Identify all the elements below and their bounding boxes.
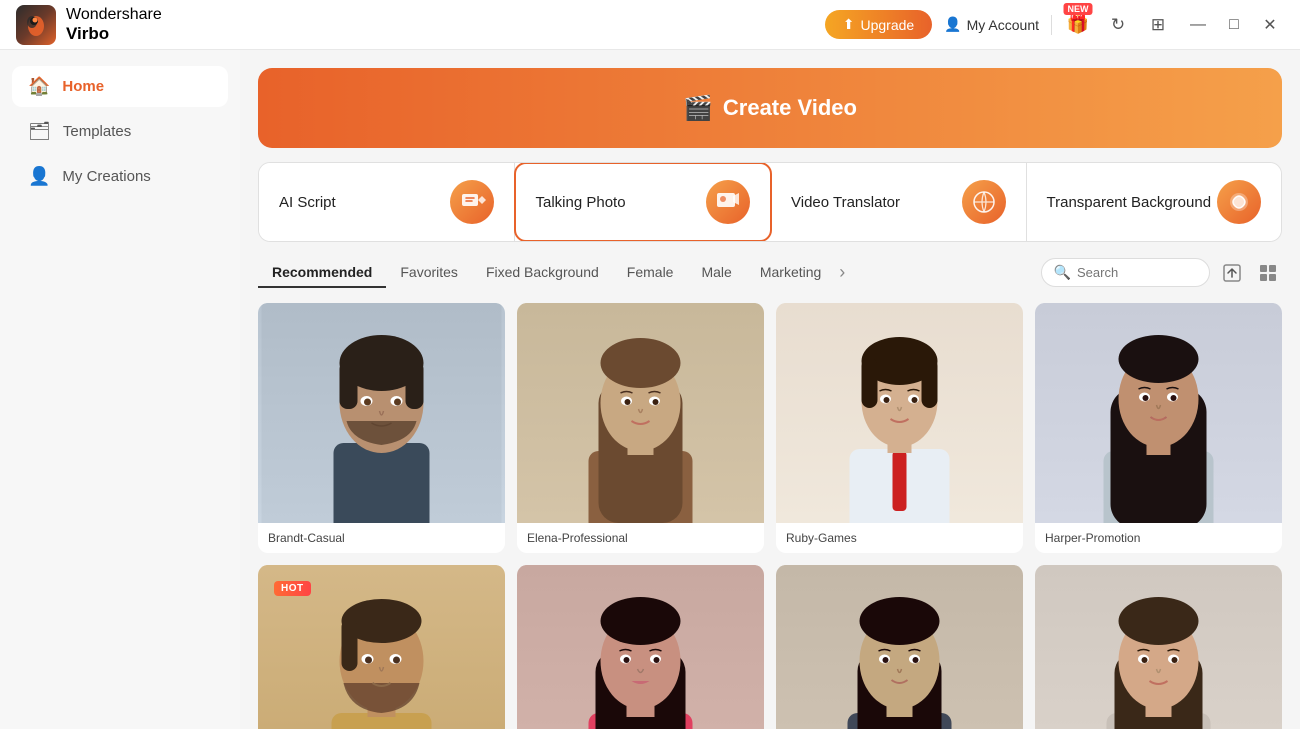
search-input[interactable] — [1077, 265, 1197, 280]
avatar-card-harper[interactable]: Harper-Promotion — [1035, 303, 1282, 553]
tool-card-talking-photo[interactable]: Talking Photo — [514, 162, 773, 242]
sidebar-home-label: Home — [62, 78, 104, 95]
grid-view-icon[interactable] — [1254, 259, 1282, 287]
grid-icon[interactable]: ⊞ — [1144, 11, 1172, 39]
hot-badge: HOT — [274, 581, 311, 596]
minimize-button[interactable]: — — [1184, 11, 1212, 39]
avatar-card-brandt[interactable]: Brandt-Casual — [258, 303, 505, 553]
avatar-label-ruby: Ruby-Games — [776, 523, 1023, 553]
search-box[interactable]: 🔍 — [1041, 258, 1210, 287]
sidebar-item-templates[interactable]: 🗂 Templates — [12, 111, 228, 152]
brand-name: Wondershare — [66, 5, 162, 24]
avatar-image-row2-2 — [517, 565, 764, 729]
product-name: Virbo — [66, 24, 162, 44]
video-translator-icon — [962, 180, 1006, 224]
avatar-card-ruby[interactable]: Ruby-Games — [776, 303, 1023, 553]
content-area: 🎬 Create Video AI Script Talking Photo — [240, 50, 1300, 729]
account-icon: 👤 — [944, 16, 961, 33]
maximize-button[interactable]: □ — [1220, 11, 1248, 39]
ai-script-icon — [450, 180, 494, 224]
title-bar: Wondershare Virbo ⬆ Upgrade 👤 My Account… — [0, 0, 1300, 50]
search-actions — [1218, 259, 1282, 287]
video-translator-label: Video Translator — [791, 194, 900, 211]
avatar-image-harper — [1035, 303, 1282, 523]
tab-fixed-background[interactable]: Fixed Background — [472, 258, 613, 288]
avatar-image-ruby — [776, 303, 1023, 523]
tool-cards: AI Script Talking Photo — [258, 162, 1282, 242]
avatar-image-brandt — [258, 303, 505, 523]
transparent-bg-label: Transparent Background — [1047, 194, 1212, 211]
close-button[interactable]: ✕ — [1256, 11, 1284, 39]
tab-more-button[interactable]: › — [835, 256, 849, 289]
title-bar-right: ⬆ Upgrade 👤 My Account NEW 🎁 ↻ ⊞ — □ ✕ — [825, 10, 1284, 39]
avatar-label-brandt: Brandt-Casual — [258, 523, 505, 553]
talking-photo-label: Talking Photo — [536, 194, 626, 211]
tab-marketing[interactable]: Marketing — [746, 258, 835, 288]
avatar-image-elena — [517, 303, 764, 523]
avatar-card-row2-2[interactable] — [517, 565, 764, 729]
tool-card-transparent-bg[interactable]: Transparent Background — [1027, 163, 1282, 241]
main-layout: 🏠 Home 🗂 Templates 👤 My Creations 🎬 Crea… — [0, 50, 1300, 729]
avatar-label-elena: Elena-Professional — [517, 523, 764, 553]
ai-script-label: AI Script — [279, 194, 336, 211]
transparent-bg-icon — [1217, 180, 1261, 224]
filter-tabs: Recommended Favorites Fixed Background F… — [258, 256, 1282, 293]
tool-card-video-translator[interactable]: Video Translator — [771, 163, 1027, 241]
sidebar-templates-label: Templates — [63, 123, 131, 140]
avatar-card-row2-3[interactable] — [776, 565, 1023, 729]
logo-text: Wondershare Virbo — [66, 5, 162, 45]
sidebar-item-home[interactable]: 🏠 Home — [12, 66, 228, 107]
divider — [1051, 15, 1052, 35]
search-icon: 🔍 — [1054, 264, 1071, 281]
tool-card-ai-script[interactable]: AI Script — [259, 163, 515, 241]
sidebar: 🏠 Home 🗂 Templates 👤 My Creations — [0, 50, 240, 729]
tab-favorites[interactable]: Favorites — [386, 258, 472, 288]
talking-photo-icon — [706, 180, 750, 224]
my-account-button[interactable]: 👤 My Account — [944, 16, 1039, 33]
app-logo — [16, 5, 56, 45]
avatar-image-row2-4 — [1035, 565, 1282, 729]
new-feature-area: NEW 🎁 — [1064, 11, 1092, 39]
avatar-card-row2-4[interactable] — [1035, 565, 1282, 729]
creations-icon: 👤 — [28, 166, 50, 187]
refresh-icon[interactable]: ↻ — [1104, 11, 1132, 39]
create-video-icon: 🎬 — [683, 94, 713, 123]
logo-area: Wondershare Virbo — [16, 5, 162, 45]
chevron-right-icon: › — [839, 262, 845, 283]
window-controls: — □ ✕ — [1184, 11, 1284, 39]
avatar-grid: Brandt-Casual — [258, 303, 1282, 729]
create-video-banner[interactable]: 🎬 Create Video — [258, 68, 1282, 148]
avatar-image-row2-3 — [776, 565, 1023, 729]
sidebar-creations-label: My Creations — [62, 168, 150, 185]
tab-female[interactable]: Female — [613, 258, 688, 288]
tab-male[interactable]: Male — [687, 258, 745, 288]
sidebar-item-my-creations[interactable]: 👤 My Creations — [12, 156, 228, 197]
home-icon: 🏠 — [28, 76, 50, 97]
gift-icon[interactable]: 🎁 — [1064, 11, 1092, 39]
new-badge: NEW — [1064, 3, 1093, 15]
avatar-card-elena[interactable]: Elena-Professional — [517, 303, 764, 553]
tab-recommended[interactable]: Recommended — [258, 258, 386, 288]
create-video-label: Create Video — [723, 95, 857, 121]
upload-icon[interactable] — [1218, 259, 1246, 287]
upgrade-button[interactable]: ⬆ Upgrade — [825, 10, 932, 39]
avatar-label-harper: Harper-Promotion — [1035, 523, 1282, 553]
templates-icon: 🗂 — [28, 121, 51, 142]
account-label: My Account — [967, 17, 1039, 33]
upgrade-icon: ⬆ — [843, 16, 855, 33]
avatar-card-row2-1[interactable]: HOT — [258, 565, 505, 729]
upgrade-label: Upgrade — [860, 17, 914, 33]
